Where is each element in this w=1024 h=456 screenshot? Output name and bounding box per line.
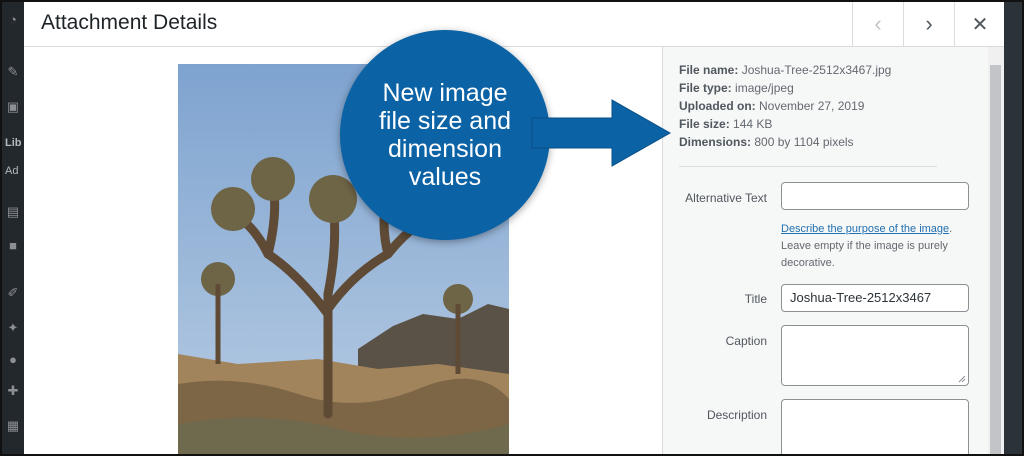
callout-arrow-icon bbox=[531, 99, 672, 167]
screenshot-frame: ◔ ✎ ▣ Lib Ad ▤ ■ ✐ ✦ ● ✚ ▦ Attachment De… bbox=[0, 0, 1024, 456]
